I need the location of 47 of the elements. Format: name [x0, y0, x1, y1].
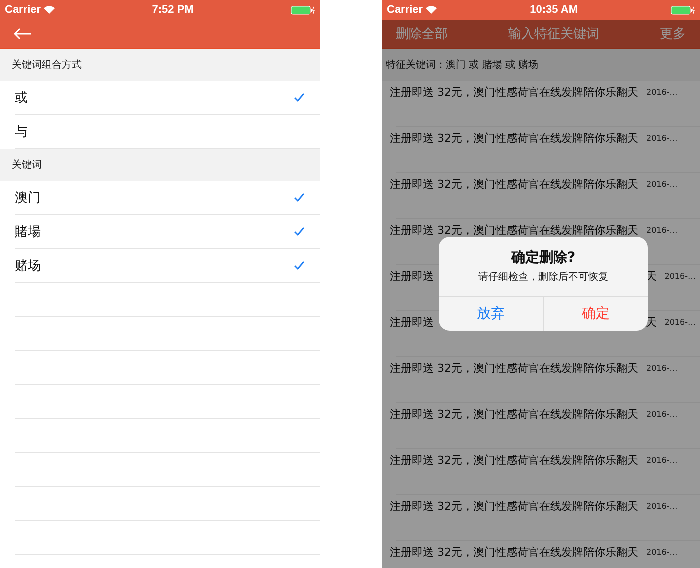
- alert-title: 确定删除?: [511, 249, 576, 267]
- message-title: 天: [646, 315, 657, 330]
- option-row[interactable]: 赌场: [15, 249, 320, 283]
- message-title: 注册即送 32元，澳门性感荷官在线发牌陪你乐翻天: [390, 361, 638, 376]
- nav-title: 输入特征关键词: [508, 26, 600, 43]
- message-title: 注册即送: [390, 269, 434, 284]
- section-title: 关键词: [12, 158, 42, 172]
- message-date: 2016-…: [646, 179, 678, 191]
- checkmark-icon: [294, 227, 305, 236]
- message-date: 2016-…: [664, 271, 696, 283]
- message-date: 2016-…: [646, 87, 678, 99]
- message-title: 注册即送 32元，澳门性感荷官在线发牌陪你乐翻天: [390, 223, 638, 238]
- message-date: 2016-…: [646, 363, 678, 375]
- message-title: 注册即送 32元，澳门性感荷官在线发牌陪你乐翻天: [390, 545, 638, 560]
- time-label: 7:52 PM: [152, 4, 194, 16]
- battery-icon: [671, 6, 695, 14]
- message-title: 注册即送: [390, 315, 434, 330]
- message-date: 2016-…: [646, 547, 678, 559]
- message-title: 注册即送 32元，澳门性感荷官在线发牌陪你乐翻天: [390, 499, 638, 514]
- carrier-label: Carrier: [5, 4, 42, 16]
- option-row[interactable]: 賭場: [15, 215, 320, 249]
- message-date: 2016-…: [646, 409, 678, 421]
- carrier-label: Carrier: [387, 4, 424, 16]
- checkmark-icon: [294, 261, 305, 270]
- filter-text: 特征关键词：澳门 或 賭場 或 赌场: [386, 58, 539, 72]
- message-date: 2016-…: [646, 455, 678, 467]
- checkmark-icon: [294, 193, 305, 202]
- alert-message: 请仔细检查，删除后不可恢复: [478, 270, 608, 284]
- message-date: 2016-…: [664, 317, 696, 329]
- checkmark-icon: [294, 93, 305, 102]
- section-title: 关键词组合方式: [12, 58, 82, 72]
- message-title: 注册即送 32元，澳门性感荷官在线发牌陪你乐翻天: [390, 177, 638, 192]
- battery-icon: [291, 6, 315, 14]
- back-arrow-icon[interactable]: [14, 28, 32, 40]
- time-label: 10:35 AM: [530, 4, 578, 16]
- option-row[interactable]: 或: [15, 81, 320, 115]
- wifi-icon: [44, 6, 56, 14]
- message-title: 注册即送 32元，澳门性感荷官在线发牌陪你乐翻天: [390, 407, 638, 422]
- message-title: 注册即送 32元，澳门性感荷官在线发牌陪你乐翻天: [390, 131, 638, 146]
- message-title: 注册即送 32元，澳门性感荷官在线发牌陪你乐翻天: [390, 453, 638, 468]
- option-row[interactable]: 澳门: [15, 181, 320, 215]
- wifi-icon: [426, 6, 438, 14]
- message-title: 注册即送 32元，澳门性感荷官在线发牌陪你乐翻天: [390, 85, 638, 100]
- message-date: 2016-…: [646, 133, 678, 145]
- message-date: 2016-…: [646, 501, 678, 513]
- cancel-button[interactable]: 放弃: [439, 297, 543, 331]
- message-date: 2016-…: [646, 225, 678, 237]
